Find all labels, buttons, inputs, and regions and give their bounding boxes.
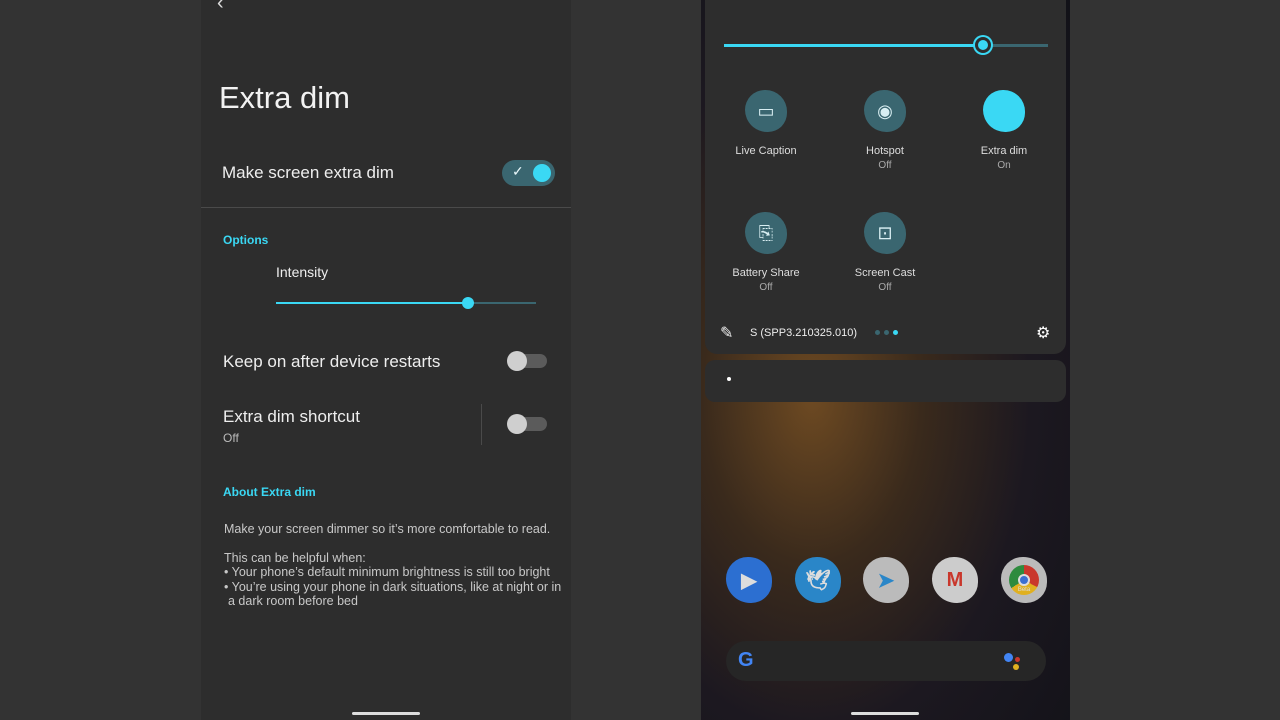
keep-on-toggle[interactable]	[507, 351, 547, 371]
qs-tile-extra-dim[interactable]: Extra dim On	[949, 90, 1059, 171]
tile-status: Off	[878, 282, 892, 293]
page-dot	[884, 330, 889, 335]
shortcut-label: Extra dim shortcut	[223, 407, 360, 426]
make-extra-dim-toggle[interactable]: ✓	[502, 160, 555, 186]
cast-icon: ⊡	[864, 212, 906, 254]
about-text: Make your screen dimmer so it’s more com…	[224, 522, 564, 609]
edit-pencil-icon[interactable]: ✎	[720, 323, 733, 343]
about-intro: Make your screen dimmer so it’s more com…	[224, 522, 551, 536]
toggle-knob	[507, 414, 527, 434]
battery-share-icon: ⎘	[745, 212, 787, 254]
tile-status: Off	[878, 160, 892, 171]
extra-dim-icon	[983, 90, 1025, 132]
gesture-bar[interactable]	[352, 712, 420, 715]
divider	[201, 207, 571, 208]
about-bullet: • You’re using your phone in dark situat…	[224, 579, 562, 594]
notification-dot-icon	[727, 377, 731, 381]
google-search-bar[interactable]: G	[726, 641, 1046, 681]
build-number: S (SPP3.210325.010)	[750, 327, 858, 339]
page-indicator	[875, 330, 898, 335]
about-bullet: • Your phone’s default minimum brightnes…	[224, 565, 550, 579]
tile-status: Off	[759, 282, 773, 293]
quick-settings-panel: ▭ Live Caption ◉ Hotspot Off Extra dim O…	[705, 0, 1066, 354]
notification-card[interactable]	[705, 360, 1066, 402]
shortcut-toggle[interactable]	[507, 414, 547, 434]
toggle-knob	[507, 351, 527, 371]
qs-tile-battery-share[interactable]: ⎘ Battery Share Off	[711, 212, 821, 293]
quick-settings-screen: ▭ Live Caption ◉ Hotspot Off Extra dim O…	[701, 0, 1070, 720]
check-icon: ✓	[512, 163, 524, 179]
qs-tile-hotspot[interactable]: ◉ Hotspot Off	[830, 90, 940, 171]
tile-status: On	[997, 160, 1011, 171]
intensity-label: Intensity	[276, 264, 329, 280]
tile-label: Live Caption	[735, 145, 797, 157]
brightness-fill	[724, 44, 984, 47]
chrome-beta-app-icon[interactable]: Beta	[1001, 557, 1047, 603]
duo-app-icon[interactable]: ▶	[726, 557, 772, 603]
settings-gear-icon[interactable]: ⚙	[1036, 323, 1050, 343]
brightness-slider[interactable]	[724, 37, 1048, 53]
back-arrow-icon[interactable]: ‹	[217, 0, 224, 15]
tile-label: Battery Share	[732, 267, 800, 279]
intensity-thumb[interactable]	[462, 297, 475, 309]
shortcut-status: Off	[223, 431, 239, 445]
extra-dim-settings-screen: ‹ Extra dim Make screen extra dim ✓ Opti…	[201, 0, 571, 720]
toggle-knob	[533, 164, 551, 182]
tile-label: Hotspot	[866, 145, 904, 157]
page-title: Extra dim	[219, 80, 350, 115]
tile-label: Screen Cast	[854, 267, 916, 279]
qs-tile-live-caption[interactable]: ▭ Live Caption	[711, 90, 821, 160]
google-g-icon: G	[738, 649, 754, 671]
assistant-icon[interactable]	[1004, 651, 1026, 673]
hotspot-icon: ◉	[864, 90, 906, 132]
make-extra-dim-label: Make screen extra dim	[222, 163, 394, 182]
intensity-slider[interactable]	[276, 297, 536, 309]
options-header: Options	[223, 233, 269, 247]
brightness-thumb-icon[interactable]	[975, 37, 992, 53]
intensity-fill	[276, 302, 469, 304]
beta-badge: Beta	[1017, 587, 1031, 593]
about-when: This can be helpful when:	[224, 550, 366, 565]
qs-tile-screen-cast[interactable]: ⊡ Screen Cast Off	[830, 212, 940, 293]
twitter-app-icon[interactable]: 🕊	[795, 557, 841, 603]
about-header: About Extra dim	[223, 485, 316, 499]
gmail-app-icon[interactable]: M	[932, 557, 978, 603]
page-dot-active	[893, 330, 898, 335]
caption-icon: ▭	[745, 90, 787, 132]
keep-on-label: Keep on after device restarts	[223, 352, 441, 371]
tile-label: Extra dim	[980, 145, 1028, 157]
telegram-app-icon[interactable]: ➤	[863, 557, 909, 603]
about-bullet-cont: a dark room before bed	[228, 594, 358, 608]
divider	[481, 404, 482, 445]
gesture-bar[interactable]	[851, 712, 919, 715]
page-dot	[875, 330, 880, 335]
